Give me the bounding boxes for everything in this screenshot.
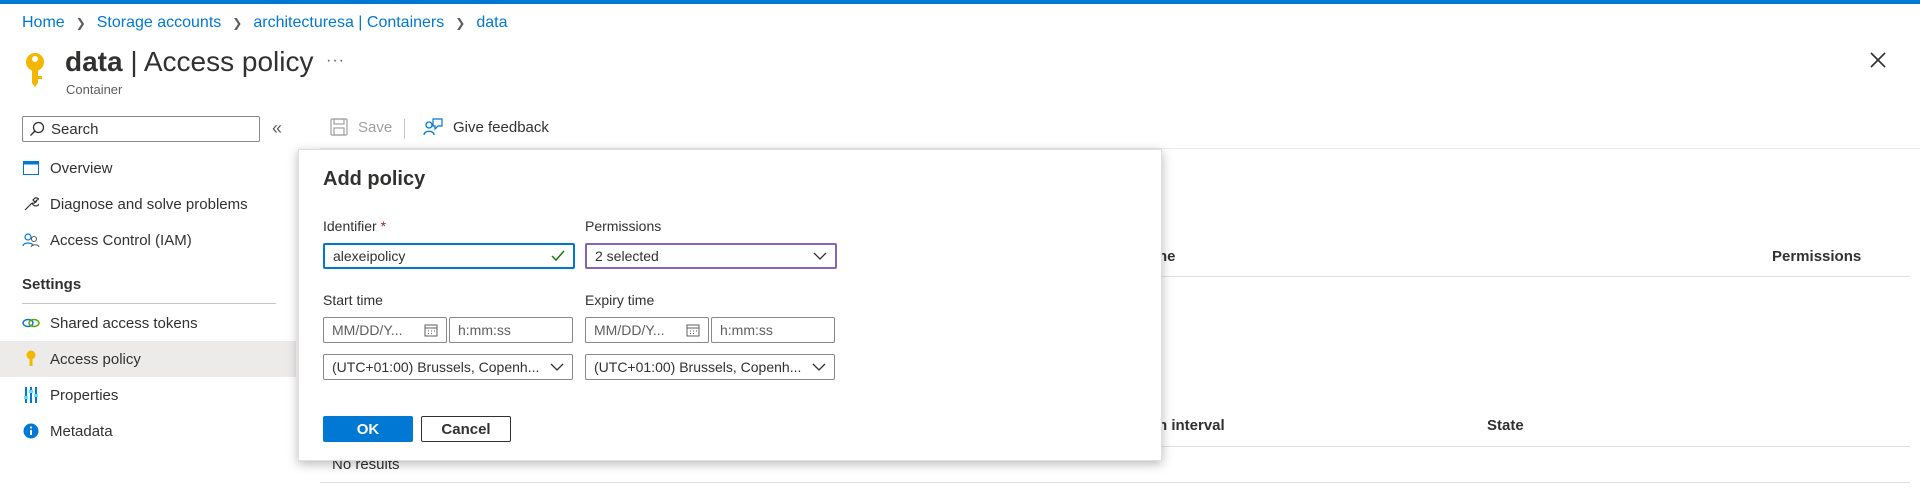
save-icon xyxy=(330,118,348,136)
state-column-header: State xyxy=(1487,417,1524,434)
chevron-right-icon: ❯ xyxy=(455,16,466,30)
link-icon xyxy=(22,314,40,332)
chevron-right-icon: ❯ xyxy=(232,16,243,30)
sidebar-item-diagnose[interactable]: Diagnose and solve problems xyxy=(0,186,296,222)
search-icon xyxy=(30,121,45,136)
chevron-down-icon xyxy=(550,363,564,371)
chevron-right-icon: ❯ xyxy=(75,16,86,30)
key-icon xyxy=(22,350,40,368)
expiry-time-label: Expiry time xyxy=(585,292,655,308)
start-time-input[interactable]: h:mm:ss xyxy=(449,317,573,343)
people-icon xyxy=(22,231,40,249)
permissions-dropdown[interactable]: 2 selected xyxy=(585,243,837,269)
calendar-icon[interactable] xyxy=(686,323,700,337)
page-subtitle: Container xyxy=(66,82,123,97)
breadcrumb-storage-accounts[interactable]: Storage accounts xyxy=(97,14,222,32)
required-marker: * xyxy=(380,218,387,234)
breadcrumb-data[interactable]: data xyxy=(476,14,507,32)
table-row-divider xyxy=(1160,446,1910,447)
breadcrumb: Home ❯ Storage accounts ❯ architecturesa… xyxy=(22,14,507,32)
expiry-date-input[interactable]: MM/DD/Y... xyxy=(585,317,709,343)
start-time-label: Start time xyxy=(323,292,383,308)
key-icon xyxy=(26,53,44,87)
save-button[interactable]: Save xyxy=(330,118,392,136)
sidebar-item-metadata[interactable]: Metadata xyxy=(0,413,296,449)
breadcrumb-home[interactable]: Home xyxy=(22,14,65,32)
expiry-timezone-dropdown[interactable]: (UTC+01:00) Brussels, Copenh... xyxy=(585,354,835,380)
feedback-icon xyxy=(423,118,443,136)
page-title: data | Access policy xyxy=(65,46,314,77)
sidebar-item-properties[interactable]: Properties xyxy=(0,377,296,413)
interval-column-header-partial: n interval xyxy=(1158,417,1225,434)
expiry-time-input[interactable]: h:mm:ss xyxy=(711,317,835,343)
add-policy-dialog: Add policy Identifier * alexeipolicy Per… xyxy=(298,149,1162,461)
identifier-input[interactable]: alexeipolicy xyxy=(323,243,575,269)
give-feedback-button[interactable]: Give feedback xyxy=(423,118,549,136)
permissions-label: Permissions xyxy=(585,218,662,234)
sidebar-item-iam[interactable]: Access Control (IAM) xyxy=(0,222,296,258)
sidebar-search-input[interactable]: Search xyxy=(22,116,260,142)
permissions-column-header: Permissions xyxy=(1772,248,1862,265)
breadcrumb-containers[interactable]: architecturesa | Containers xyxy=(253,14,444,32)
properties-icon xyxy=(22,386,40,404)
toolbar-divider xyxy=(404,119,405,139)
overview-icon xyxy=(22,159,40,177)
sidebar-item-shared-access-tokens[interactable]: Shared access tokens xyxy=(0,305,296,341)
section-divider xyxy=(22,303,276,304)
checkmark-icon xyxy=(551,250,565,262)
wrench-icon xyxy=(22,195,40,213)
sidebar-item-access-policy[interactable]: Access policy xyxy=(0,341,296,377)
table-row-divider xyxy=(320,482,1910,483)
calendar-icon[interactable] xyxy=(424,323,438,337)
collapse-sidebar-icon[interactable]: « xyxy=(272,118,282,139)
info-icon xyxy=(22,422,40,440)
top-accent-bar xyxy=(0,0,1920,4)
dialog-title: Add policy xyxy=(323,168,426,190)
close-icon[interactable] xyxy=(1868,50,1888,70)
cancel-button[interactable]: Cancel xyxy=(421,416,511,442)
table-row-divider xyxy=(1160,276,1910,277)
chevron-down-icon xyxy=(813,252,827,260)
start-date-input[interactable]: MM/DD/Y... xyxy=(323,317,447,343)
sidebar-item-overview[interactable]: Overview xyxy=(0,150,296,186)
ok-button[interactable]: OK xyxy=(323,416,413,442)
chevron-down-icon xyxy=(812,363,826,371)
sidebar-section-settings: Settings xyxy=(22,276,82,293)
more-options-icon[interactable]: ··· xyxy=(326,52,345,70)
start-timezone-dropdown[interactable]: (UTC+01:00) Brussels, Copenh... xyxy=(323,354,573,380)
identifier-label: Identifier * xyxy=(323,218,387,234)
